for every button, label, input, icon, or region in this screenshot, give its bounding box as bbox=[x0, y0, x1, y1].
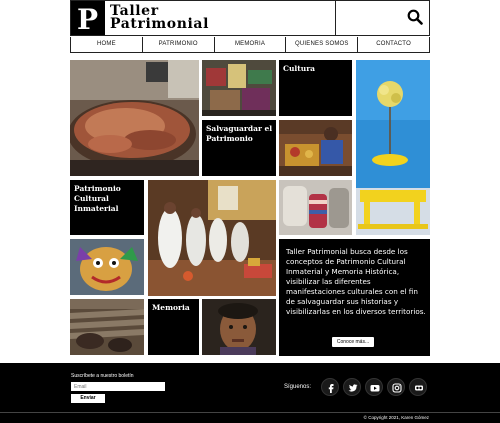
youtube-icon[interactable] bbox=[365, 378, 383, 396]
svg-text:P: P bbox=[77, 3, 98, 33]
twitter-icon[interactable] bbox=[343, 378, 361, 396]
facebook-icon[interactable] bbox=[321, 378, 339, 396]
photo-yellow-tree[interactable] bbox=[356, 60, 430, 235]
follow-label: Síguenos: bbox=[284, 384, 312, 390]
site-header: P Taller Patrimonial bbox=[70, 0, 430, 36]
photo-hands-weaving[interactable] bbox=[70, 299, 144, 355]
photo-carnival-mask[interactable] bbox=[70, 239, 144, 295]
newsletter-email-input[interactable] bbox=[71, 382, 165, 391]
photo-ceremony[interactable] bbox=[148, 180, 276, 296]
brand-line-2: Patrimonial bbox=[110, 16, 210, 32]
copyright-text: © Copyright 2021, Karen Gómez bbox=[363, 415, 429, 420]
newsletter-send-button[interactable]: Enviar bbox=[71, 394, 105, 403]
about-text: Taller Patrimonial busca desde los conce… bbox=[286, 247, 426, 316]
newsletter-label: Suscríbete a nuestro boletín bbox=[71, 373, 134, 379]
photo-elder-portrait[interactable] bbox=[202, 299, 276, 355]
nav-patrimonio[interactable]: PATRIMONIO bbox=[143, 37, 215, 52]
tile-memoria[interactable]: Memoria bbox=[148, 299, 199, 355]
photo-artisan[interactable] bbox=[279, 120, 352, 176]
instagram-icon[interactable] bbox=[387, 378, 405, 396]
tile-cultura[interactable]: Cultura bbox=[279, 60, 352, 116]
tile-patrimonio-inmaterial-label: Patrimonio Cultural Inmaterial bbox=[74, 184, 121, 213]
tile-memoria-label: Memoria bbox=[152, 303, 190, 312]
nav-home[interactable]: HOME bbox=[71, 37, 143, 52]
photo-textile-market[interactable] bbox=[202, 60, 276, 116]
tile-patrimonio-inmaterial[interactable]: Patrimonio Cultural Inmaterial bbox=[70, 180, 144, 235]
search-area bbox=[335, 1, 429, 35]
tile-cultura-label: Cultura bbox=[283, 64, 315, 73]
copyright-bar: © Copyright 2021, Karen Gómez bbox=[0, 412, 500, 423]
learn-more-button[interactable]: Conoce más... bbox=[332, 337, 374, 347]
about-panel: Taller Patrimonial busca desde los conce… bbox=[279, 239, 430, 356]
nav-quienes-somos[interactable]: QUIENES SOMOS bbox=[286, 37, 359, 52]
logo[interactable]: P bbox=[71, 1, 105, 35]
photo-food-market[interactable] bbox=[70, 60, 199, 176]
site-footer: Suscríbete a nuestro boletín Enviar Sígu… bbox=[0, 363, 500, 412]
flickr-icon[interactable] bbox=[409, 378, 427, 396]
logo-p-icon: P bbox=[77, 3, 98, 33]
tile-salvaguardar-label: Salvaguardar el Patrimonio bbox=[206, 124, 273, 143]
search-icon[interactable] bbox=[407, 9, 423, 25]
photo-woven-baskets[interactable] bbox=[279, 180, 352, 235]
nav-contacto[interactable]: CONTACTO bbox=[358, 37, 429, 52]
brand-name[interactable]: Taller Patrimonial bbox=[110, 4, 210, 32]
nav-memoria[interactable]: MEMORIA bbox=[215, 37, 287, 52]
tile-salvaguardar[interactable]: Salvaguardar el Patrimonio bbox=[202, 120, 276, 176]
main-nav: HOME PATRIMONIO MEMORIA QUIENES SOMOS CO… bbox=[70, 37, 430, 53]
